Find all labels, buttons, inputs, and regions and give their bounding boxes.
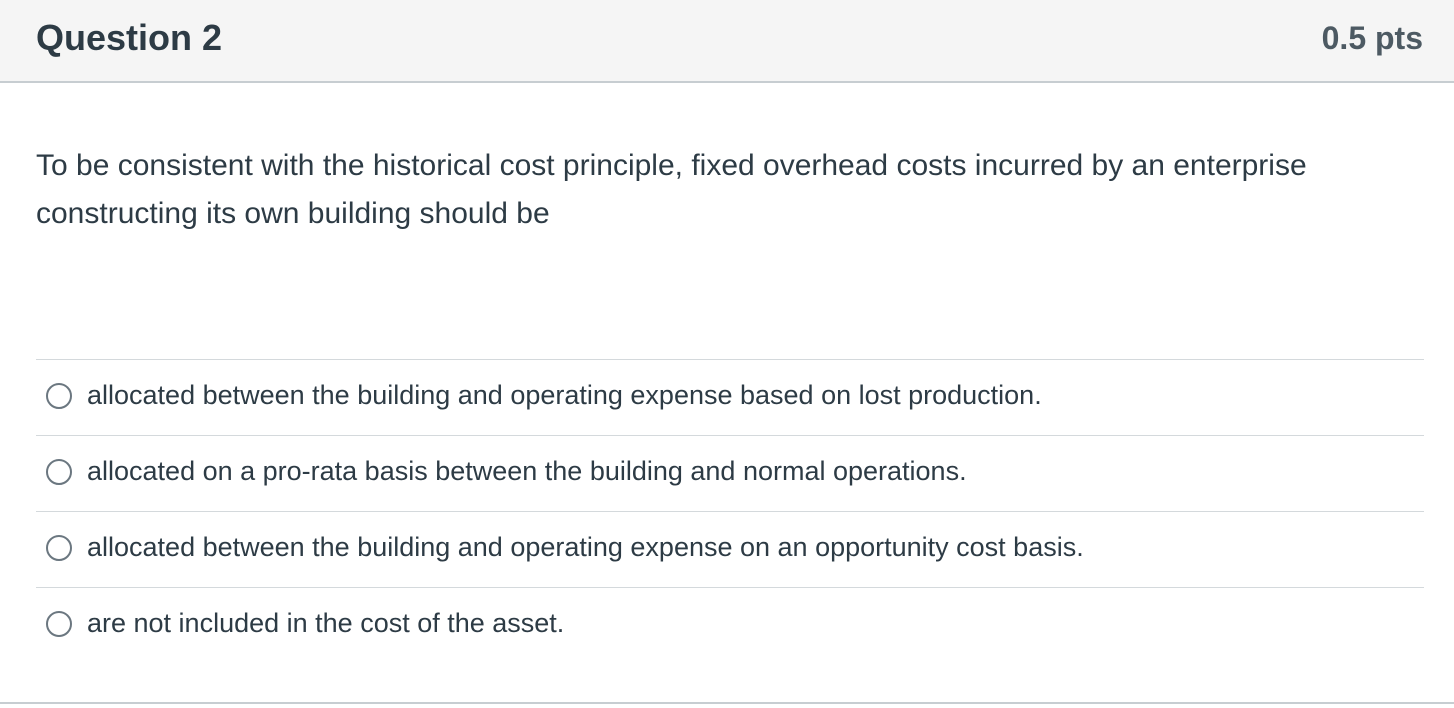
answer-option-2[interactable]: allocated on a pro-rata basis between th… — [36, 435, 1424, 511]
question-points: 0.5 pts — [1321, 20, 1423, 56]
question-header: Question 2 0.5 pts — [0, 0, 1454, 83]
answer-option-4[interactable]: are not included in the cost of the asse… — [36, 587, 1424, 663]
answer-label-3: allocated between the building and opera… — [87, 532, 1084, 562]
question-title: Question 2 — [36, 17, 223, 58]
answer-option-1[interactable]: allocated between the building and opera… — [36, 359, 1424, 435]
answer-label-1: allocated between the building and opera… — [87, 380, 1042, 410]
question-text: To be consistent with the historical cos… — [36, 149, 1307, 230]
radio-button-2[interactable] — [46, 459, 72, 485]
radio-button-3[interactable] — [46, 535, 72, 561]
answer-label-4: are not included in the cost of the asse… — [87, 608, 565, 638]
bottom-divider — [0, 702, 1454, 704]
radio-button-1[interactable] — [46, 383, 72, 409]
answer-label-2: allocated on a pro-rata basis between th… — [87, 456, 967, 486]
answer-option-3[interactable]: allocated between the building and opera… — [36, 511, 1424, 587]
radio-button-4[interactable] — [46, 611, 72, 637]
answer-list: allocated between the building and opera… — [36, 359, 1424, 663]
